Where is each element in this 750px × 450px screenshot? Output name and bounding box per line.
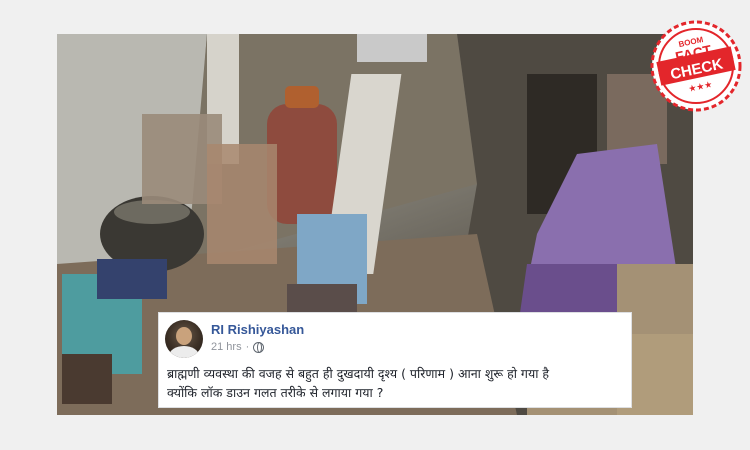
meta-separator: · — [245, 341, 250, 353]
post-author-name[interactable]: RI Rishiyashan — [211, 322, 304, 337]
post-text: ब्राह्मणी व्यवस्था की वजह से बहुत ही दुख… — [167, 364, 627, 402]
avatar[interactable] — [165, 320, 203, 358]
facebook-post-card: RI Rishiyashan 21 hrs · ब्राह्मणी व्यवस्… — [158, 312, 632, 408]
post-text-line-1: ब्राह्मणी व्यवस्था की वजह से बहुत ही दुख… — [167, 366, 550, 381]
post-meta: 21 hrs · — [211, 341, 265, 353]
post-text-line-2: क्योंकि लॉक डाउन गलत तरीके से लगाया गया … — [167, 385, 384, 400]
fact-check-badge: BOOM FACT CHECK ★★★ — [650, 20, 742, 112]
globe-icon[interactable] — [253, 341, 265, 353]
post-timestamp[interactable]: 21 hrs — [211, 341, 242, 353]
